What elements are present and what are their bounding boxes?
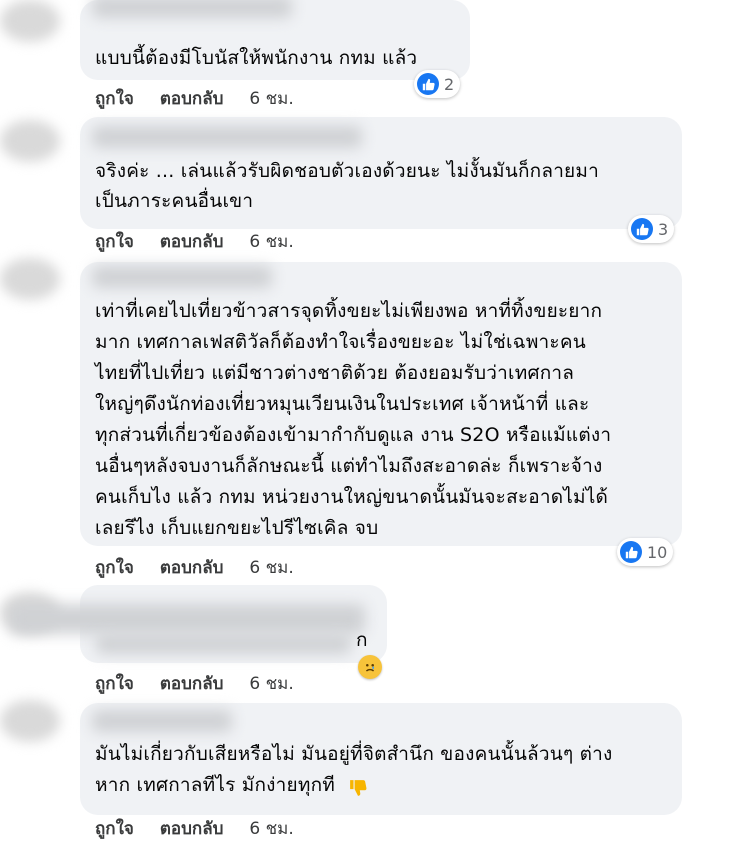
comment-text-line: เป็นภาระคนอื่นเขา	[95, 190, 254, 212]
avatar[interactable]	[0, 700, 60, 742]
reply-button[interactable]: ตอบกลับ	[160, 85, 224, 112]
reaction-count: 2	[444, 74, 455, 94]
reaction-count-badge[interactable]: 2	[414, 70, 461, 98]
comment-time[interactable]: 6 ชม.	[249, 815, 293, 842]
commenter-name-redacted	[92, 0, 292, 18]
comment-time[interactable]: 6 ชม.	[249, 85, 293, 112]
comment-actions: ถูกใจ ตอบกลับ 6 ชม.	[95, 229, 294, 253]
commenter-name-redacted	[10, 604, 365, 634]
reply-button[interactable]: ตอบกลับ	[160, 815, 224, 842]
like-reaction-icon	[417, 73, 439, 95]
comment-text-line: จริงค่ะ ... เล่นแล้วรับผิดชอบตัวเองด้วยน…	[95, 160, 599, 182]
reply-button[interactable]: ตอบกลับ	[160, 670, 224, 697]
comment-actions: ถูกใจ ตอบกลับ 6 ชม.	[95, 671, 294, 695]
like-button[interactable]: ถูกใจ	[95, 228, 134, 255]
avatar[interactable]	[0, 120, 60, 162]
comment-text-line: เท่าที่เคยไปเที่ยวข้าวสารจุดทิ้งขยะไม่เพ…	[95, 300, 603, 322]
comment-time[interactable]: 6 ชม.	[249, 554, 293, 581]
comment-text-line: หาก เทศกาลทีไร มักง่ายทุกที	[95, 771, 367, 801]
reply-button[interactable]: ตอบกลับ	[160, 228, 224, 255]
comment-text-line: ไทยที่ไปเที่ยว แต่มีชาวต่างชาติด้วย ต้อง…	[95, 362, 575, 384]
like-reaction-icon	[620, 541, 642, 563]
comment-actions: ถูกใจ ตอบกลับ 6 ชม.	[95, 816, 294, 840]
commenter-name-redacted	[92, 266, 272, 288]
comment-text-line: ก	[356, 629, 368, 651]
avatar[interactable]	[0, 258, 60, 300]
reaction-count-badge[interactable]: 10	[617, 538, 674, 566]
thumbs-down-emoji-icon	[349, 777, 367, 796]
comment-time[interactable]: 6 ชม.	[249, 670, 293, 697]
sad-reaction-icon[interactable]	[358, 655, 382, 679]
comment-time[interactable]: 6 ชม.	[249, 228, 293, 255]
comment-text: แบบนี้ต้องมีโบนัสให้พนักงาน กทม แล้ว	[95, 47, 418, 69]
comment-text-line: มาก เทศกาลเฟสติวัลก็ต้องทำใจเรื่องขยะอะ …	[95, 331, 586, 353]
reaction-count: 3	[658, 219, 669, 239]
comment-text-line: เลยรึไง เก็บแยกขยะไปรีไซเคิล จบ	[95, 517, 379, 539]
commenter-name-redacted	[92, 126, 362, 148]
comment-text: หาก เทศกาลทีไร มักง่ายทุกที	[95, 774, 336, 796]
like-button[interactable]: ถูกใจ	[95, 85, 134, 112]
reply-button[interactable]: ตอบกลับ	[160, 554, 224, 581]
like-button[interactable]: ถูกใจ	[95, 815, 134, 842]
comment-text-line: ใหญ่ๆดึงนักท่องเที่ยวหมุนเวียนเงินในประเ…	[95, 393, 590, 415]
comment-text-line: นอื่นๆหลังจบงานก็ลักษณะนี้ แต่ทำไมถึงสะอ…	[95, 455, 603, 477]
reaction-count: 10	[647, 542, 668, 562]
reaction-count-badge[interactable]: 3	[628, 215, 675, 243]
comment-actions: ถูกใจ ตอบกลับ 6 ชม.	[95, 555, 294, 579]
avatar[interactable]	[0, 0, 60, 42]
comment-text-line: ทุกส่วนที่เกี่ยวข้องต้องเข้ามากำกับดูแล …	[95, 424, 612, 446]
comment-actions: ถูกใจ ตอบกลับ 6 ชม.	[95, 86, 294, 110]
comment-text-redacted	[96, 634, 351, 654]
like-reaction-icon	[631, 218, 653, 240]
commenter-name-redacted	[92, 710, 232, 732]
comment-text-line: คนเก็บไง แล้ว กทม หน่วยงานใหญ่ขนาดนั้นมั…	[95, 486, 609, 508]
comment-text-line: มันไม่เกี่ยวกับเสียหรือไม่ มันอยู่ที่จิต…	[95, 743, 613, 765]
like-button[interactable]: ถูกใจ	[95, 670, 134, 697]
like-button[interactable]: ถูกใจ	[95, 554, 134, 581]
